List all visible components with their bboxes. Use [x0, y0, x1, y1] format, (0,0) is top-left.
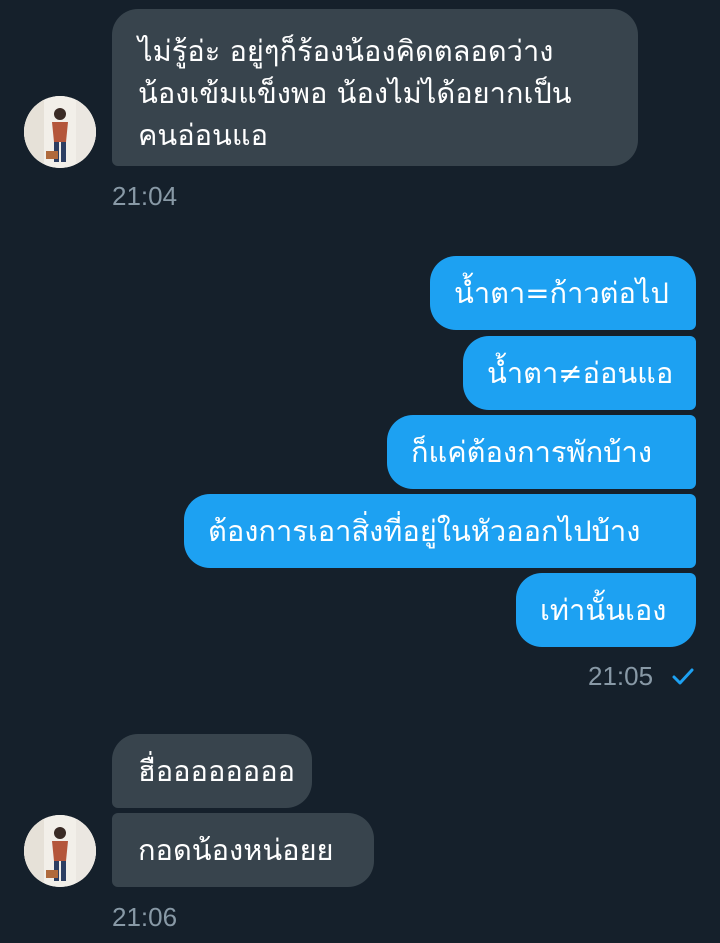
- outgoing-message-bubble[interactable]: น้ำตา=ก้าวต่อไป: [430, 256, 696, 330]
- message-text: น้ำตา≠อ่อนแอ: [487, 356, 674, 390]
- message-timestamp: 21:04: [112, 181, 178, 211]
- avatar-photo: [24, 96, 96, 168]
- incoming-message-bubble[interactable]: ฮื่ออออออออ: [112, 734, 312, 808]
- incoming-message-bubble[interactable]: กอดน้องหน่อยย: [112, 813, 374, 887]
- message-text: เท่านั้นเอง: [540, 593, 667, 627]
- message-text: ไม่รู้อ่ะ อยู่ๆก็ร้องน้องคิดตลอดว่าง น้อ…: [138, 34, 572, 152]
- message-text: ก็แค่ต้องการพักบ้าง: [411, 435, 653, 469]
- outgoing-message-bubble[interactable]: เท่านั้นเอง: [516, 573, 696, 647]
- message-timestamp: 21:05: [588, 661, 654, 691]
- read-check-icon: [672, 668, 694, 685]
- message-text: ฮื่ออออออออ: [138, 754, 296, 788]
- avatar[interactable]: [24, 815, 96, 887]
- outgoing-message-bubble[interactable]: ก็แค่ต้องการพักบ้าง: [387, 415, 696, 489]
- message-text: ต้องการเอาสิ่งที่อยู่ในหัวออกไปบ้าง: [208, 514, 641, 548]
- message-text: น้ำตา=ก้าวต่อไป: [454, 276, 669, 310]
- avatar[interactable]: [24, 96, 96, 168]
- outgoing-message-bubble[interactable]: ต้องการเอาสิ่งที่อยู่ในหัวออกไปบ้าง: [184, 494, 696, 568]
- outgoing-message-bubble[interactable]: น้ำตา≠อ่อนแอ: [463, 336, 696, 410]
- avatar-photo: [24, 815, 96, 887]
- message-timestamp: 21:06: [112, 902, 178, 932]
- incoming-message-bubble[interactable]: ไม่รู้อ่ะ อยู่ๆก็ร้องน้องคิดตลอดว่าง น้อ…: [112, 9, 638, 166]
- message-text: กอดน้องหน่อยย: [138, 833, 334, 867]
